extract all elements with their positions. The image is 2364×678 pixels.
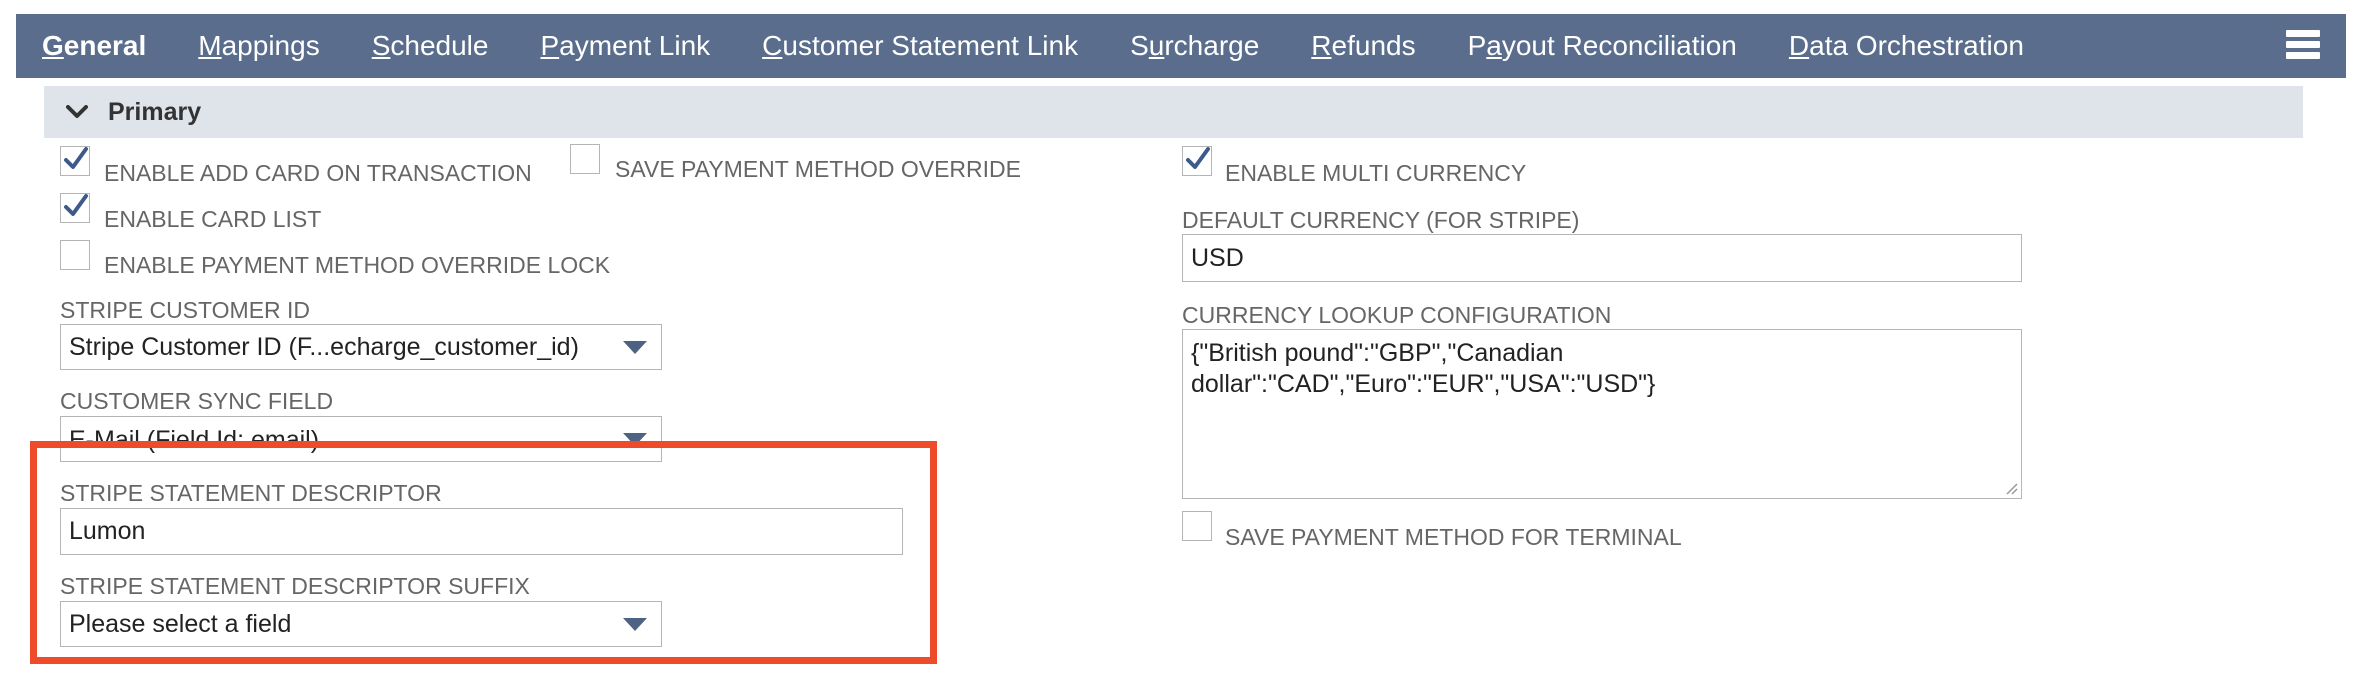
chevron-down-icon (66, 101, 88, 123)
save-pm-terminal-label: SAVE PAYMENT METHOD FOR TERMINAL (1225, 524, 1682, 550)
tab-surcharge[interactable]: Surcharge (1130, 30, 1259, 62)
tab-general[interactable]: General (42, 30, 146, 62)
resize-handle-icon[interactable] (2004, 481, 2018, 495)
default-currency-input[interactable]: USD (1182, 234, 2022, 282)
enable-card-list-checkbox[interactable] (60, 193, 90, 223)
stripe-statement-descriptor-suffix-value: Please select a field (69, 609, 292, 638)
save-pm-override-checkbox[interactable] (570, 144, 600, 174)
tab-list: General Mappings Schedule Payment Link Custo… (16, 14, 2050, 78)
caret-down-icon (623, 618, 647, 631)
checkmark-icon (1186, 147, 1210, 169)
stripe-customer-id-select[interactable]: Stripe Customer ID (F...echarge_customer… (60, 324, 662, 370)
checkmark-icon (64, 194, 88, 216)
stripe-statement-descriptor-value: Lumon (69, 517, 146, 545)
section-title: Primary (108, 97, 202, 126)
save-pm-terminal-checkbox[interactable] (1182, 511, 1212, 541)
enable-add-card-label: ENABLE ADD CARD ON TRANSACTION (104, 160, 532, 186)
stripe-statement-descriptor-input[interactable]: Lumon (60, 508, 903, 555)
enable-pm-override-lock-checkbox[interactable] (60, 240, 90, 270)
stripe-customer-id-value: Stripe Customer ID (F...echarge_customer… (69, 332, 579, 361)
enable-add-card-checkbox[interactable] (60, 146, 90, 176)
stripe-statement-descriptor-label: STRIPE STATEMENT DESCRIPTOR (60, 480, 442, 506)
tab-schedule[interactable]: Schedule (372, 30, 489, 62)
enable-card-list-label: ENABLE CARD LIST (104, 206, 322, 232)
tab-payment-link[interactable]: Payment Link (540, 30, 710, 62)
tab-customer-statement-link[interactable]: Customer Statement Link (762, 30, 1078, 62)
tab-data-orchestration[interactable]: Data Orchestration (1789, 30, 2024, 62)
tab-mappings[interactable]: Mappings (198, 30, 319, 62)
customer-sync-field-value: E-Mail (Field Id: email) (69, 426, 320, 454)
currency-lookup-label: CURRENCY LOOKUP CONFIGURATION (1182, 302, 1612, 328)
subtab-bar: General Mappings Schedule Payment Link Custo… (16, 14, 2346, 78)
stripe-statement-descriptor-suffix-select[interactable]: Please select a field (60, 601, 662, 647)
caret-down-icon (623, 433, 647, 446)
currency-lookup-textarea[interactable]: {"British pound":"GBP","Canadian dollar"… (1182, 329, 2022, 499)
enable-multi-currency-label: ENABLE MULTI CURRENCY (1225, 160, 1527, 186)
customer-sync-field-label: CUSTOMER SYNC FIELD (60, 388, 334, 414)
section-header-primary[interactable]: Primary (44, 86, 2303, 138)
caret-down-icon (623, 341, 647, 354)
enable-multi-currency-checkbox[interactable] (1182, 146, 1212, 176)
save-pm-override-label: SAVE PAYMENT METHOD OVERRIDE (615, 156, 1021, 182)
customer-sync-field-select[interactable]: E-Mail (Field Id: email) (60, 416, 662, 462)
tab-refunds[interactable]: Refunds (1311, 30, 1415, 62)
checkmark-icon (64, 147, 88, 169)
stripe-statement-descriptor-suffix-label: STRIPE STATEMENT DESCRIPTOR SUFFIX (60, 573, 530, 599)
enable-pm-override-lock-label: ENABLE PAYMENT METHOD OVERRIDE LOCK (104, 252, 611, 278)
default-currency-value: USD (1191, 243, 1244, 272)
hamburger-menu-icon[interactable] (2286, 30, 2320, 64)
stripe-customer-id-label: STRIPE CUSTOMER ID (60, 297, 311, 323)
tab-payout-reconciliation[interactable]: Payout Reconciliation (1468, 30, 1737, 62)
default-currency-label: DEFAULT CURRENCY (FOR STRIPE) (1182, 207, 1580, 233)
